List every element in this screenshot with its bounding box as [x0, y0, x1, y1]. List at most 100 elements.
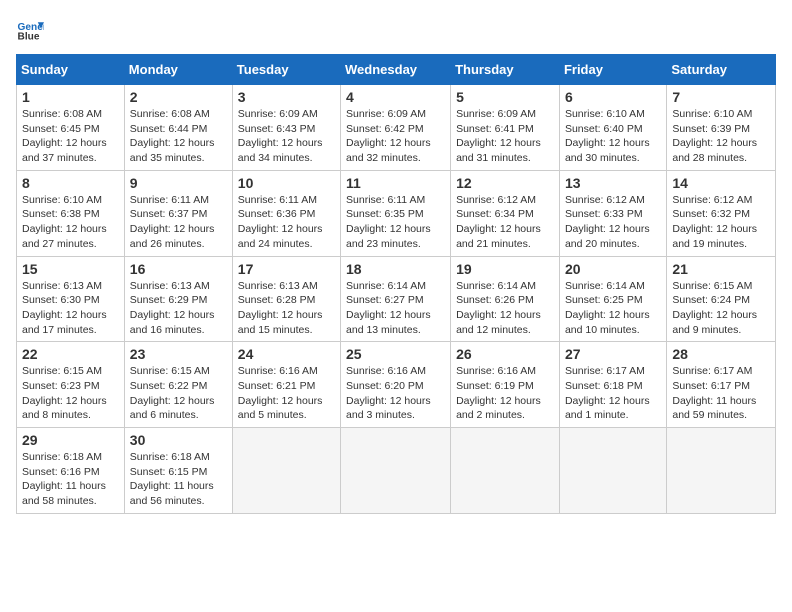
weekday-header-friday: Friday [559, 55, 666, 85]
day-number: 22 [22, 346, 119, 362]
day-number: 1 [22, 89, 119, 105]
day-number: 4 [346, 89, 445, 105]
day-detail: Sunrise: 6:18 AMSunset: 6:15 PMDaylight:… [130, 451, 214, 507]
weekday-header-tuesday: Tuesday [232, 55, 340, 85]
day-number: 9 [130, 175, 227, 191]
logo: General Blue [16, 16, 48, 44]
day-number: 24 [238, 346, 335, 362]
day-detail: Sunrise: 6:10 AMSunset: 6:38 PMDaylight:… [22, 194, 107, 250]
day-detail: Sunrise: 6:11 AMSunset: 6:35 PMDaylight:… [346, 194, 431, 250]
day-detail: Sunrise: 6:11 AMSunset: 6:36 PMDaylight:… [238, 194, 323, 250]
logo-icon: General Blue [16, 16, 44, 44]
day-cell-5: 5 Sunrise: 6:09 AMSunset: 6:41 PMDayligh… [451, 85, 560, 171]
day-detail: Sunrise: 6:10 AMSunset: 6:39 PMDaylight:… [672, 108, 757, 164]
page-header: General Blue [16, 16, 776, 44]
calendar-table: SundayMondayTuesdayWednesdayThursdayFrid… [16, 54, 776, 514]
day-detail: Sunrise: 6:13 AMSunset: 6:29 PMDaylight:… [130, 280, 215, 336]
empty-cell [232, 428, 340, 514]
day-number: 26 [456, 346, 554, 362]
day-number: 25 [346, 346, 445, 362]
day-cell-6: 6 Sunrise: 6:10 AMSunset: 6:40 PMDayligh… [559, 85, 666, 171]
calendar-week-5: 29 Sunrise: 6:18 AMSunset: 6:16 PMDaylig… [17, 428, 776, 514]
day-detail: Sunrise: 6:17 AMSunset: 6:18 PMDaylight:… [565, 365, 650, 421]
day-cell-2: 2 Sunrise: 6:08 AMSunset: 6:44 PMDayligh… [124, 85, 232, 171]
day-detail: Sunrise: 6:12 AMSunset: 6:32 PMDaylight:… [672, 194, 757, 250]
day-cell-26: 26 Sunrise: 6:16 AMSunset: 6:19 PMDaylig… [451, 342, 560, 428]
day-cell-4: 4 Sunrise: 6:09 AMSunset: 6:42 PMDayligh… [341, 85, 451, 171]
day-number: 2 [130, 89, 227, 105]
day-cell-21: 21 Sunrise: 6:15 AMSunset: 6:24 PMDaylig… [667, 256, 776, 342]
day-detail: Sunrise: 6:12 AMSunset: 6:33 PMDaylight:… [565, 194, 650, 250]
weekday-header-saturday: Saturday [667, 55, 776, 85]
day-cell-9: 9 Sunrise: 6:11 AMSunset: 6:37 PMDayligh… [124, 170, 232, 256]
day-cell-30: 30 Sunrise: 6:18 AMSunset: 6:15 PMDaylig… [124, 428, 232, 514]
day-cell-18: 18 Sunrise: 6:14 AMSunset: 6:27 PMDaylig… [341, 256, 451, 342]
day-number: 21 [672, 261, 770, 277]
svg-text:Blue: Blue [18, 31, 40, 42]
day-cell-11: 11 Sunrise: 6:11 AMSunset: 6:35 PMDaylig… [341, 170, 451, 256]
day-detail: Sunrise: 6:17 AMSunset: 6:17 PMDaylight:… [672, 365, 756, 421]
day-cell-14: 14 Sunrise: 6:12 AMSunset: 6:32 PMDaylig… [667, 170, 776, 256]
weekday-header-sunday: Sunday [17, 55, 125, 85]
day-number: 10 [238, 175, 335, 191]
day-cell-29: 29 Sunrise: 6:18 AMSunset: 6:16 PMDaylig… [17, 428, 125, 514]
day-cell-20: 20 Sunrise: 6:14 AMSunset: 6:25 PMDaylig… [559, 256, 666, 342]
calendar-week-3: 15 Sunrise: 6:13 AMSunset: 6:30 PMDaylig… [17, 256, 776, 342]
day-number: 11 [346, 175, 445, 191]
day-cell-7: 7 Sunrise: 6:10 AMSunset: 6:39 PMDayligh… [667, 85, 776, 171]
day-cell-1: 1 Sunrise: 6:08 AMSunset: 6:45 PMDayligh… [17, 85, 125, 171]
day-detail: Sunrise: 6:11 AMSunset: 6:37 PMDaylight:… [130, 194, 215, 250]
weekday-header-wednesday: Wednesday [341, 55, 451, 85]
day-number: 12 [456, 175, 554, 191]
calendar-week-2: 8 Sunrise: 6:10 AMSunset: 6:38 PMDayligh… [17, 170, 776, 256]
day-cell-8: 8 Sunrise: 6:10 AMSunset: 6:38 PMDayligh… [17, 170, 125, 256]
day-number: 20 [565, 261, 661, 277]
empty-cell [667, 428, 776, 514]
day-cell-15: 15 Sunrise: 6:13 AMSunset: 6:30 PMDaylig… [17, 256, 125, 342]
day-detail: Sunrise: 6:15 AMSunset: 6:24 PMDaylight:… [672, 280, 757, 336]
day-number: 13 [565, 175, 661, 191]
day-cell-25: 25 Sunrise: 6:16 AMSunset: 6:20 PMDaylig… [341, 342, 451, 428]
day-detail: Sunrise: 6:12 AMSunset: 6:34 PMDaylight:… [456, 194, 541, 250]
day-number: 6 [565, 89, 661, 105]
day-number: 3 [238, 89, 335, 105]
day-detail: Sunrise: 6:08 AMSunset: 6:45 PMDaylight:… [22, 108, 107, 164]
empty-cell [341, 428, 451, 514]
day-cell-23: 23 Sunrise: 6:15 AMSunset: 6:22 PMDaylig… [124, 342, 232, 428]
day-number: 28 [672, 346, 770, 362]
day-number: 23 [130, 346, 227, 362]
empty-cell [451, 428, 560, 514]
day-detail: Sunrise: 6:09 AMSunset: 6:42 PMDaylight:… [346, 108, 431, 164]
day-number: 7 [672, 89, 770, 105]
day-detail: Sunrise: 6:16 AMSunset: 6:21 PMDaylight:… [238, 365, 323, 421]
day-number: 8 [22, 175, 119, 191]
day-cell-3: 3 Sunrise: 6:09 AMSunset: 6:43 PMDayligh… [232, 85, 340, 171]
day-cell-16: 16 Sunrise: 6:13 AMSunset: 6:29 PMDaylig… [124, 256, 232, 342]
day-number: 5 [456, 89, 554, 105]
weekday-header-thursday: Thursday [451, 55, 560, 85]
day-detail: Sunrise: 6:18 AMSunset: 6:16 PMDaylight:… [22, 451, 106, 507]
day-number: 29 [22, 432, 119, 448]
day-number: 19 [456, 261, 554, 277]
day-detail: Sunrise: 6:16 AMSunset: 6:20 PMDaylight:… [346, 365, 431, 421]
day-number: 18 [346, 261, 445, 277]
empty-cell [559, 428, 666, 514]
day-cell-17: 17 Sunrise: 6:13 AMSunset: 6:28 PMDaylig… [232, 256, 340, 342]
day-number: 27 [565, 346, 661, 362]
day-detail: Sunrise: 6:14 AMSunset: 6:27 PMDaylight:… [346, 280, 431, 336]
day-cell-22: 22 Sunrise: 6:15 AMSunset: 6:23 PMDaylig… [17, 342, 125, 428]
day-cell-10: 10 Sunrise: 6:11 AMSunset: 6:36 PMDaylig… [232, 170, 340, 256]
day-cell-27: 27 Sunrise: 6:17 AMSunset: 6:18 PMDaylig… [559, 342, 666, 428]
day-detail: Sunrise: 6:14 AMSunset: 6:26 PMDaylight:… [456, 280, 541, 336]
day-cell-13: 13 Sunrise: 6:12 AMSunset: 6:33 PMDaylig… [559, 170, 666, 256]
day-detail: Sunrise: 6:10 AMSunset: 6:40 PMDaylight:… [565, 108, 650, 164]
day-number: 16 [130, 261, 227, 277]
day-number: 14 [672, 175, 770, 191]
day-cell-24: 24 Sunrise: 6:16 AMSunset: 6:21 PMDaylig… [232, 342, 340, 428]
day-detail: Sunrise: 6:16 AMSunset: 6:19 PMDaylight:… [456, 365, 541, 421]
day-cell-19: 19 Sunrise: 6:14 AMSunset: 6:26 PMDaylig… [451, 256, 560, 342]
day-number: 15 [22, 261, 119, 277]
day-cell-12: 12 Sunrise: 6:12 AMSunset: 6:34 PMDaylig… [451, 170, 560, 256]
day-detail: Sunrise: 6:15 AMSunset: 6:22 PMDaylight:… [130, 365, 215, 421]
day-detail: Sunrise: 6:14 AMSunset: 6:25 PMDaylight:… [565, 280, 650, 336]
